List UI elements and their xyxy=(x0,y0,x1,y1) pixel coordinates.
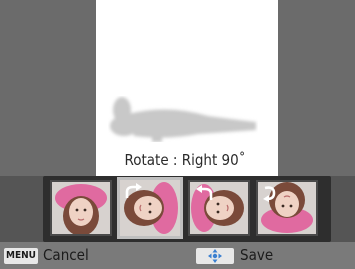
rotate-caption-bar: Rotate : Right 90˚ xyxy=(119,148,251,173)
thumbnail-rotate-left[interactable] xyxy=(188,180,250,236)
thumbnail-rotate-right[interactable] xyxy=(117,177,183,239)
rotated-photo-silhouette xyxy=(110,97,256,142)
thumbnail-original[interactable] xyxy=(50,180,112,236)
dpad-icon xyxy=(208,249,222,263)
camera-rotate-screen: Rotate : Right 90˚ MENU Cancel Save xyxy=(0,0,355,269)
rotate-right-icon xyxy=(125,183,142,198)
menu-key[interactable]: MENU xyxy=(4,248,38,264)
save-label[interactable]: Save xyxy=(240,246,273,264)
portrait-image xyxy=(52,182,110,234)
rotate-caption: Rotate : Right 90˚ xyxy=(124,151,246,169)
rotate-180-icon xyxy=(263,186,276,202)
dpad-key[interactable] xyxy=(196,248,234,264)
thumbnail-rotate-180[interactable] xyxy=(256,180,318,236)
rotate-left-icon xyxy=(196,185,213,200)
cancel-label[interactable]: Cancel xyxy=(43,246,89,264)
